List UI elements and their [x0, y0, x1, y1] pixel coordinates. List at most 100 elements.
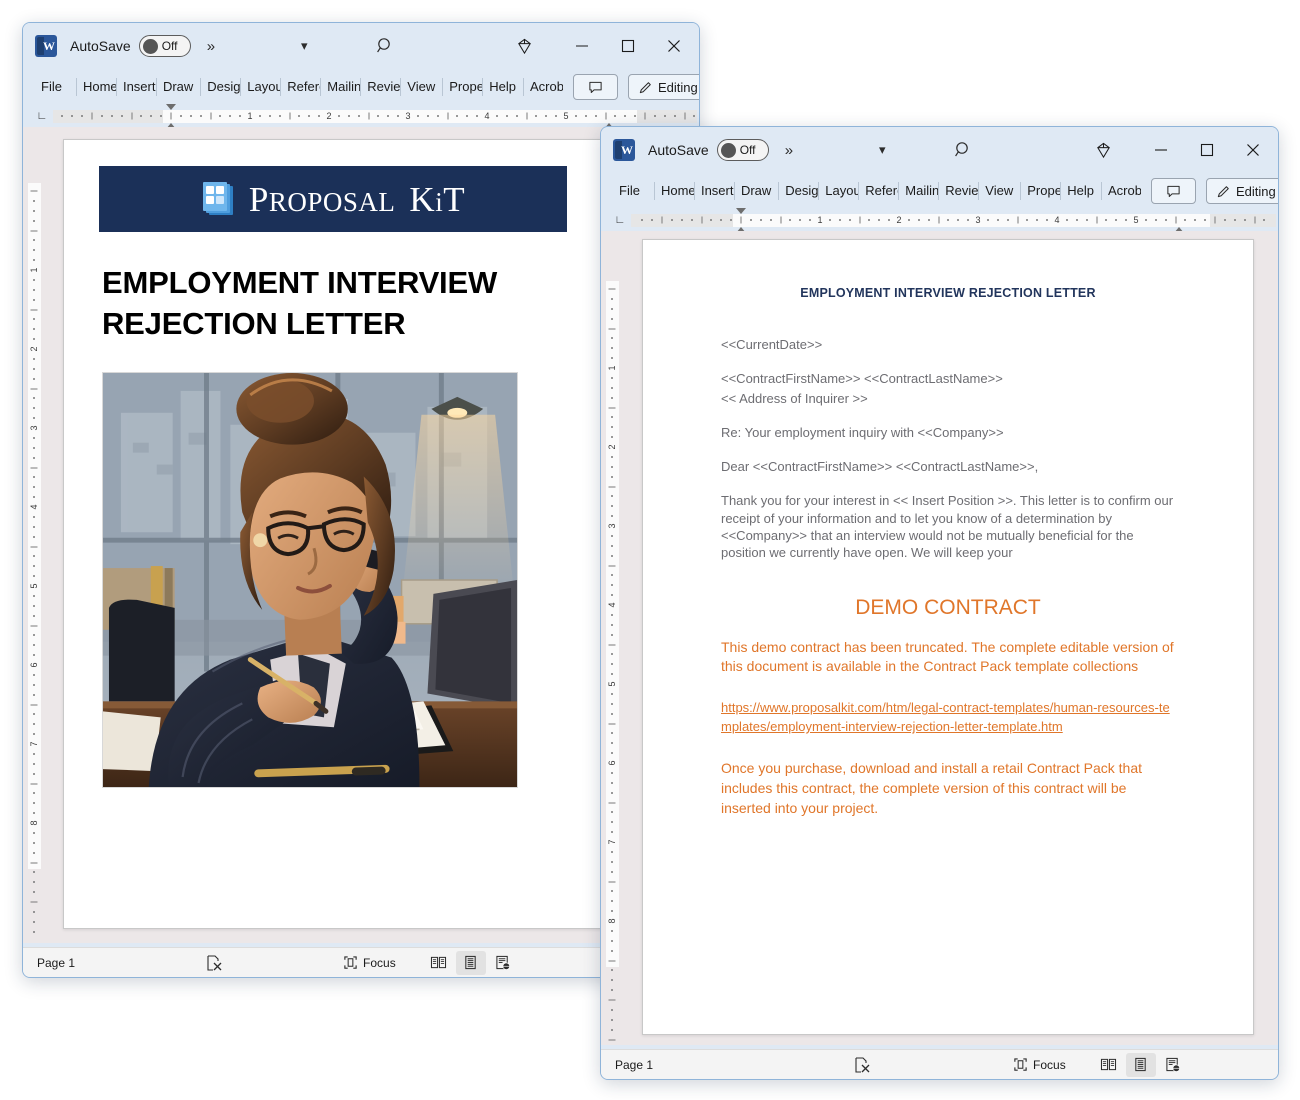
first-line-indent-marker[interactable]	[166, 103, 176, 110]
search-icon[interactable]	[953, 140, 973, 160]
tab-review[interactable]: Review	[360, 74, 400, 100]
vertical-ruler-tick	[33, 594, 35, 597]
ruler-tick	[907, 219, 910, 221]
ribbon-actions: Editing ›	[1141, 174, 1278, 208]
vertical-ruler-tick	[611, 771, 613, 774]
web-layout-icon[interactable]	[1158, 1053, 1188, 1077]
ruler-tick	[759, 219, 762, 221]
page-indicator[interactable]: Page 1	[37, 956, 75, 970]
pencil-icon	[1216, 184, 1231, 199]
tab-acrobat[interactable]: Acrobat	[1101, 178, 1141, 204]
tab-design[interactable]: Design	[200, 74, 240, 100]
vertical-ruler-tick	[33, 525, 35, 528]
vertical-ruler-tick	[608, 486, 616, 487]
ruler-track[interactable]: 1 2 3 4 5	[631, 207, 1276, 239]
comments-button[interactable]	[573, 74, 618, 100]
gem-icon[interactable]	[501, 23, 547, 69]
body-paragraph: Thank you for your interest in << Insert…	[721, 493, 1174, 561]
editing-mode-button[interactable]: Editing	[1206, 178, 1278, 204]
chevron-down-icon[interactable]: ▾	[879, 142, 886, 158]
comments-button[interactable]	[1151, 178, 1196, 204]
tab-draw[interactable]: Draw	[733, 178, 778, 204]
gem-icon[interactable]	[1080, 127, 1126, 173]
chevron-down-icon[interactable]: ▾	[301, 38, 308, 54]
tab-layout[interactable]: Layout	[818, 178, 858, 204]
tab-references[interactable]: References	[280, 74, 320, 100]
tab-mailings[interactable]: Mailings	[898, 178, 938, 204]
first-line-indent-marker[interactable]	[736, 207, 746, 214]
view-buttons	[1094, 1052, 1188, 1077]
tab-file[interactable]: File	[609, 178, 654, 204]
businesswoman-writing-at-desk-illustration	[103, 373, 517, 788]
search-icon[interactable]	[375, 36, 395, 56]
maximize-icon[interactable]	[605, 23, 651, 69]
ruler-tick	[308, 115, 311, 117]
print-layout-icon[interactable]	[455, 950, 486, 975]
tab-view[interactable]: View	[978, 178, 1020, 204]
tab-help[interactable]: Help	[482, 74, 523, 100]
tab-design[interactable]: Design	[778, 178, 818, 204]
tab-acrobat[interactable]: Acrobat	[523, 74, 563, 100]
double-chevron-right-icon[interactable]: »	[785, 142, 793, 159]
document-illustration[interactable]	[102, 372, 518, 789]
vertical-ruler-tick	[30, 388, 38, 389]
minimize-icon[interactable]	[559, 23, 605, 69]
document-page[interactable]: P ROPOSAL Ki T EMPLOYMENT INTERVIEW REJECTI…	[63, 139, 603, 929]
document-page[interactable]: EMPLOYMENT INTERVIEW REJECTION LETTER <<…	[642, 239, 1254, 1035]
tab-references[interactable]: References	[858, 178, 898, 204]
ruler-tick	[368, 112, 369, 120]
editing-mode-button[interactable]: Editing	[628, 74, 699, 100]
ruler-tick	[357, 115, 360, 117]
vertical-ruler-tick	[33, 634, 35, 637]
ruler-tick	[535, 115, 538, 117]
vertical-ruler-tick	[611, 900, 613, 903]
left-tab-stop-icon[interactable]: ∟	[31, 110, 53, 122]
read-mode-icon[interactable]	[424, 951, 454, 975]
ruler-track[interactable]: 1 2 3 4 5	[53, 103, 697, 135]
ruler-tick	[927, 219, 930, 221]
ruler-tick	[318, 115, 321, 117]
word-window-1[interactable]: W AutoSave Off » ▾ File Home Insert Draw…	[22, 22, 700, 978]
double-chevron-right-icon[interactable]: »	[207, 38, 215, 55]
focus-button[interactable]: Focus	[343, 955, 396, 970]
minimize-icon[interactable]	[1138, 127, 1184, 173]
tab-insert[interactable]: Insert	[693, 178, 734, 204]
demo-contract-link[interactable]: https://www.proposalkit.com/htm/legal-co…	[721, 699, 1175, 737]
tab-mailings[interactable]: Mailings	[320, 74, 360, 100]
tab-home[interactable]: Home	[653, 178, 694, 204]
close-icon[interactable]	[1230, 127, 1276, 173]
tab-properties[interactable]: Properties	[442, 74, 482, 100]
word-count-error-icon[interactable]	[853, 1056, 871, 1074]
maximize-icon[interactable]	[1184, 127, 1230, 173]
focus-button[interactable]: Focus	[1013, 1057, 1066, 1072]
ruler-tick	[749, 219, 752, 221]
tab-properties[interactable]: Properties	[1020, 178, 1060, 204]
word-count-error-icon[interactable]	[205, 954, 223, 972]
autosave-toggle[interactable]: Off	[138, 35, 191, 57]
left-tab-stop-icon[interactable]: ∟	[609, 214, 631, 226]
toggle-knob	[720, 142, 736, 158]
tab-review[interactable]: Review	[938, 178, 978, 204]
tab-insert[interactable]: Insert	[115, 74, 156, 100]
tab-view[interactable]: View	[400, 74, 442, 100]
tab-home[interactable]: Home	[75, 74, 116, 100]
ruler-tick	[505, 115, 508, 117]
word-window-2[interactable]: W AutoSave Off » ▾ File Home Insert Draw…	[600, 126, 1279, 1080]
vertical-ruler-tick	[611, 554, 613, 557]
title-bar: W AutoSave Off » ▾	[23, 23, 699, 69]
web-layout-icon[interactable]	[488, 951, 518, 975]
autosave-toggle[interactable]: Off	[716, 139, 769, 161]
tab-layout[interactable]: Layout	[240, 74, 280, 100]
tab-draw[interactable]: Draw	[155, 74, 200, 100]
vertical-ruler-tick	[30, 901, 38, 903]
vertical-ruler-tick	[611, 515, 613, 518]
vertical-ruler-tick	[33, 535, 35, 538]
close-icon[interactable]	[651, 23, 697, 69]
tab-help[interactable]: Help	[1060, 178, 1101, 204]
ruler-tick	[605, 112, 606, 120]
read-mode-icon[interactable]	[1094, 1053, 1124, 1077]
tab-file[interactable]: File	[31, 74, 76, 100]
print-layout-icon[interactable]	[1125, 1052, 1156, 1077]
page-indicator[interactable]: Page 1	[615, 1058, 653, 1072]
document-canvas[interactable]: EMPLOYMENT INTERVIEW REJECTION LETTER <<…	[623, 231, 1278, 1045]
